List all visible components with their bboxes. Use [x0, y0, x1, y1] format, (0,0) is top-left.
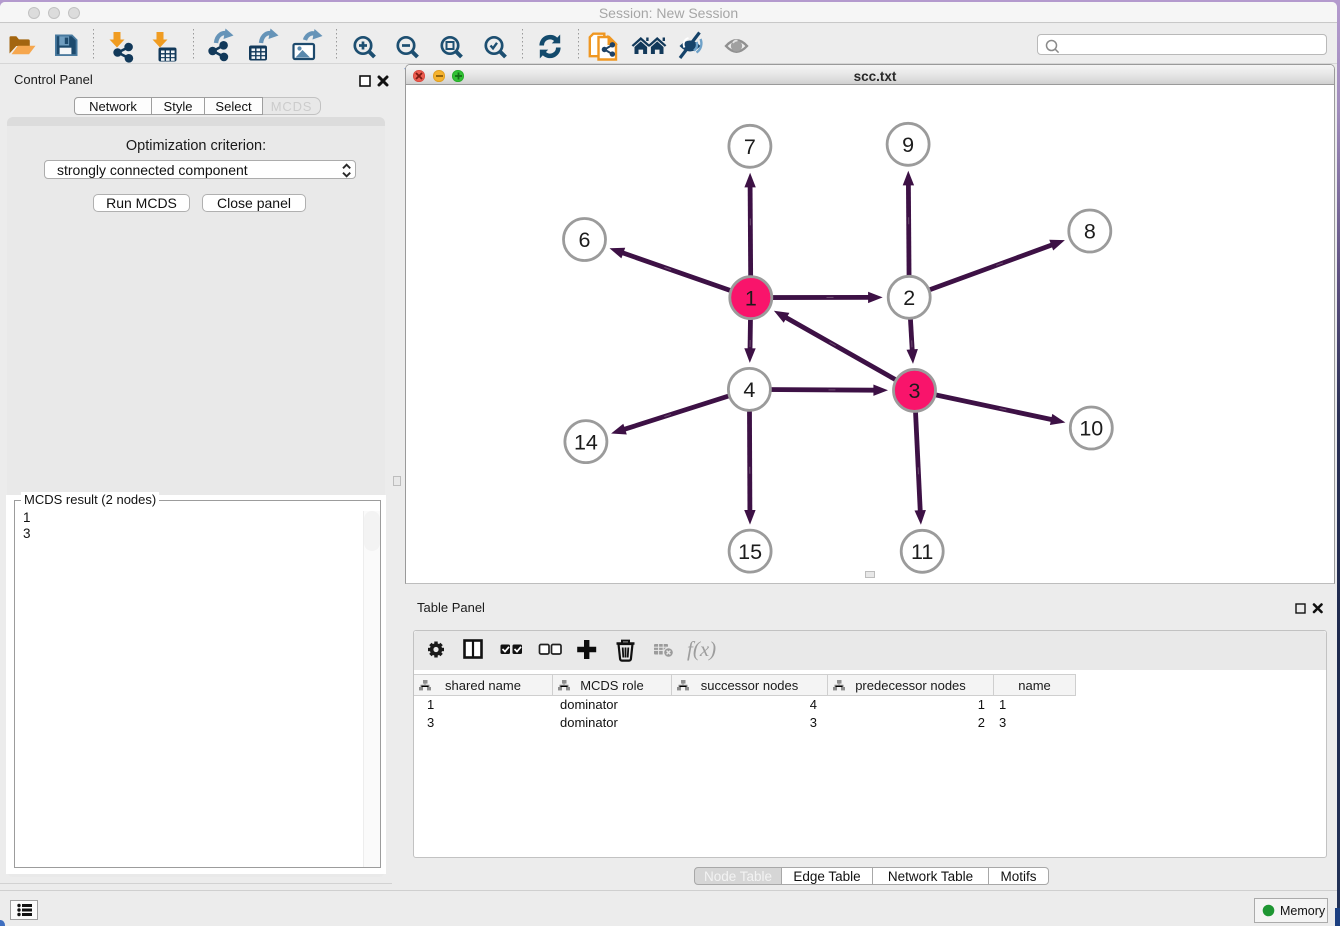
svg-text:7: 7: [744, 135, 756, 159]
svg-text:14: 14: [574, 430, 598, 454]
svg-text:3: 3: [909, 379, 921, 403]
svg-text:15: 15: [738, 540, 762, 564]
svg-text:2: 2: [903, 286, 915, 310]
svg-text:8: 8: [1084, 220, 1096, 244]
svg-text:6: 6: [579, 228, 591, 252]
svg-text:9: 9: [902, 133, 914, 157]
svg-text:1: 1: [745, 286, 757, 310]
svg-text:10: 10: [1079, 417, 1103, 441]
svg-text:4: 4: [743, 378, 755, 402]
svg-text:11: 11: [911, 540, 933, 564]
svg-text:f(x): f(x): [687, 637, 716, 661]
